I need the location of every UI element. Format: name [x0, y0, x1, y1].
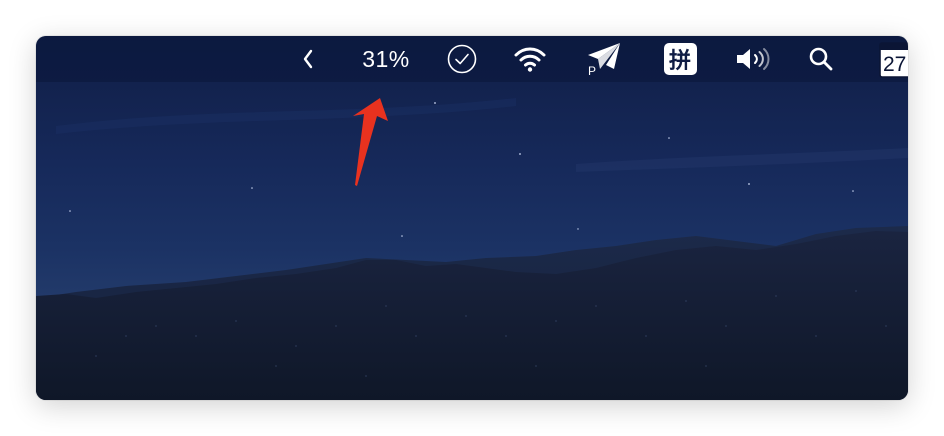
star	[519, 153, 521, 155]
paper-plane-app-button[interactable]: P	[582, 36, 624, 82]
star	[852, 190, 854, 192]
input-method-icon: 拼	[663, 43, 697, 75]
calendar-date-button[interactable]: 27	[879, 42, 908, 78]
star	[577, 228, 579, 230]
menu-bar: 31% P 拼 27	[36, 36, 908, 82]
star	[69, 210, 71, 212]
spotlight-search-button[interactable]	[804, 36, 838, 82]
battery-percent-text: 31%	[362, 45, 410, 72]
star	[748, 183, 750, 185]
star	[668, 137, 670, 139]
desktop-wallpaper	[36, 98, 908, 400]
checkmark-circle-icon	[447, 44, 477, 74]
mountain-ridge-front	[36, 231, 908, 400]
paper-plane-icon: P	[588, 43, 620, 77]
paper-plane-badge: P	[588, 64, 596, 77]
star	[251, 187, 253, 189]
collapse-menu-bar-button[interactable]	[294, 36, 322, 82]
wifi-status-button[interactable]	[512, 36, 548, 82]
wifi-icon	[514, 47, 546, 72]
star	[401, 235, 403, 237]
star	[434, 102, 436, 104]
spotlight-search-icon	[809, 47, 833, 71]
volume-button[interactable]	[732, 36, 774, 82]
battery-status[interactable]: 31%	[354, 36, 418, 82]
input-method-button[interactable]: 拼	[661, 36, 699, 82]
input-method-label: 拼	[668, 49, 691, 74]
task-checkmark-button[interactable]	[444, 36, 480, 82]
volume-icon	[737, 48, 770, 70]
chevron-left-icon	[303, 49, 313, 69]
desktop-window: 31% P 拼 27	[36, 36, 908, 400]
calendar-day-text: 27	[883, 53, 907, 76]
